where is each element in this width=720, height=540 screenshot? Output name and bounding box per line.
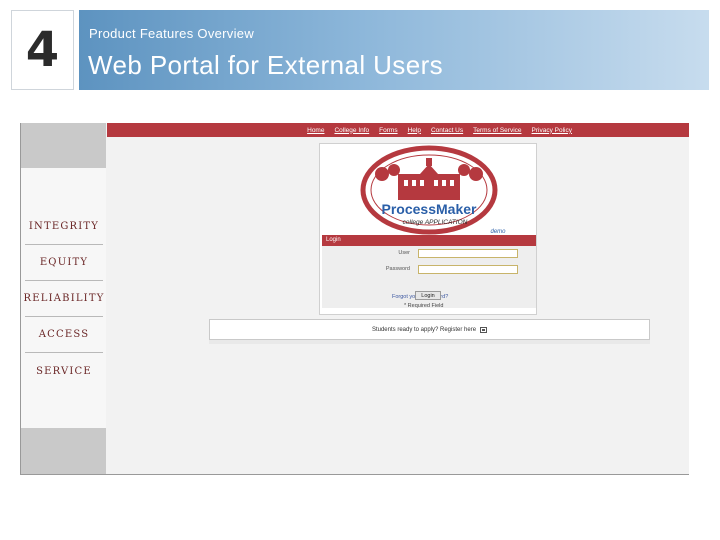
required-field-note: * Required Field: [404, 303, 444, 309]
register-link[interactable]: Students ready to apply? Register here: [372, 327, 476, 333]
slide-title: Web Portal for External Users: [88, 50, 444, 80]
nav-link-forms[interactable]: Forms: [379, 127, 397, 134]
slide-number: 4: [25, 22, 60, 78]
nav-link-terms[interactable]: Terms of Service: [473, 127, 521, 134]
value-service: SERVICE: [36, 365, 92, 377]
portal-nav-bar: Home College Info Forms Help Contact Us …: [107, 123, 689, 137]
slide-header: Product Features Overview Web Portal for…: [79, 10, 709, 90]
register-icon[interactable]: [480, 326, 488, 333]
nav-link-home[interactable]: Home: [307, 127, 324, 134]
user-input[interactable]: [418, 249, 518, 258]
login-button[interactable]: Login: [415, 291, 441, 300]
register-bar-bottom: [209, 340, 650, 344]
sidebar-bottom-band: [21, 428, 106, 474]
nav-link-privacy[interactable]: Privacy Policy: [532, 127, 572, 134]
svg-text:ProcessMaker: ProcessMaker: [382, 201, 478, 217]
value-access: ACCESS: [25, 317, 103, 353]
logo-brand-b: Maker: [436, 201, 477, 217]
password-input[interactable]: [418, 265, 518, 274]
slide-subtitle: Product Features Overview: [89, 26, 255, 41]
values-sidebar: INTEGRITY EQUITY RELIABILITY ACCESS SERV…: [21, 123, 106, 474]
value-integrity: INTEGRITY: [25, 209, 103, 245]
value-equity: EQUITY: [25, 245, 103, 281]
nav-link-contact-us[interactable]: Contact Us: [431, 127, 463, 134]
login-header: Login: [322, 235, 536, 246]
password-label: Password: [385, 266, 410, 272]
user-label: User: [398, 250, 410, 256]
login-card: ProcessMaker college APPLICATION demo Lo…: [319, 143, 537, 315]
slide-number-box: 4: [11, 10, 74, 90]
nav-link-college-info[interactable]: College Info: [334, 127, 369, 134]
logo-tagline: college APPLICATION: [403, 219, 468, 226]
value-reliability: RELIABILITY: [24, 281, 103, 317]
logo-brand-a: Process: [382, 201, 437, 217]
sidebar-top-band: [21, 123, 106, 168]
register-bar: Students ready to apply? Register here: [209, 319, 650, 340]
values-list: INTEGRITY EQUITY RELIABILITY ACCESS SERV…: [24, 209, 104, 389]
nav-link-help[interactable]: Help: [408, 127, 421, 134]
college-logo: ProcessMaker college APPLICATION demo: [360, 145, 506, 235]
portal-screenshot: INTEGRITY EQUITY RELIABILITY ACCESS SERV…: [20, 123, 689, 475]
